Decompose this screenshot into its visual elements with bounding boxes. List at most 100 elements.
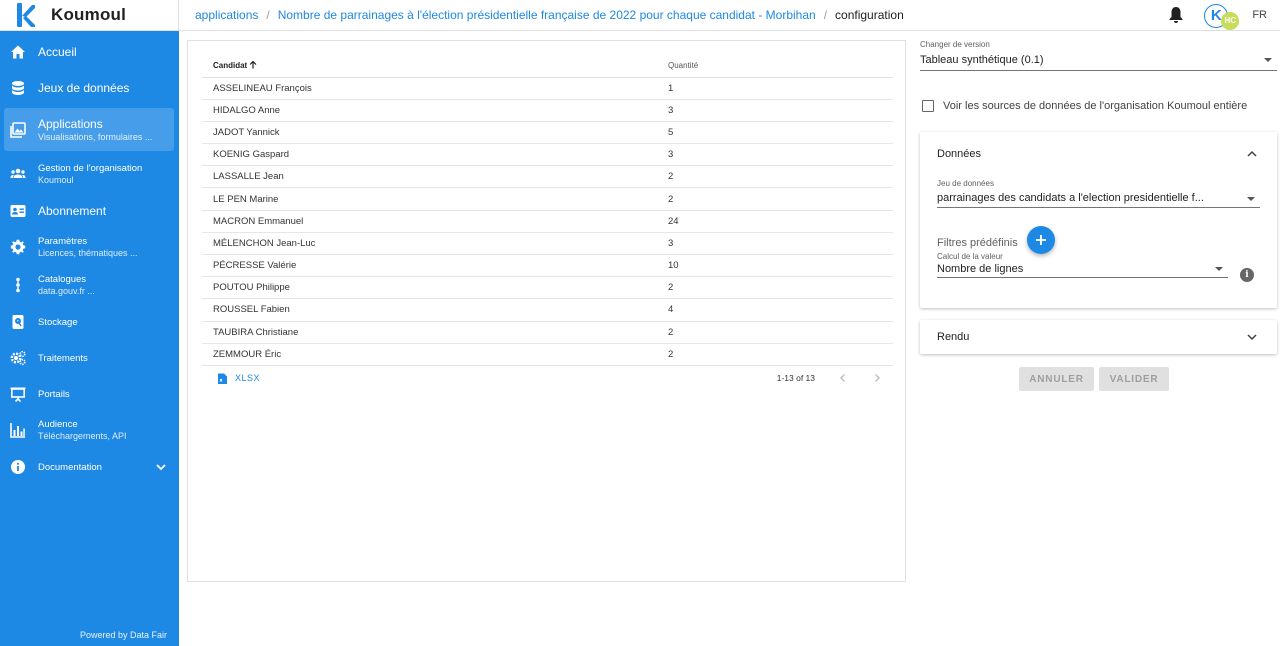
breadcrumb-application[interactable]: Nombre de parrainages à l'élection prési…: [278, 8, 816, 22]
image-icon: [10, 121, 26, 138]
donnees-panel: Données Jeu de données parrainages des c…: [920, 132, 1277, 308]
sidebar-item-parametres[interactable]: Paramètres Licences, thématiques ...: [4, 231, 174, 263]
sidebar-item-sublabel: Visualisations, formulaires ...: [38, 132, 153, 142]
add-filter-button[interactable]: [1027, 226, 1055, 254]
cancel-button[interactable]: ANNULER: [1019, 367, 1094, 391]
column-header-label: Candidat: [213, 60, 248, 70]
breadcrumb-applications[interactable]: applications: [195, 8, 258, 22]
rendu-panel: Rendu: [920, 320, 1277, 354]
cell-quantite: 2: [657, 187, 893, 211]
breadcrumb: applications / Nombre de parrainages à l…: [179, 8, 1168, 22]
sidebar-item-audience[interactable]: Audience Téléchargements, API: [4, 414, 174, 446]
dataset-select[interactable]: parrainages des candidats a l'election p…: [937, 188, 1260, 208]
data-table: Candidat Quantité ASSELINEAU François 1 HI…: [202, 54, 893, 366]
bar-chart-icon: [10, 423, 25, 438]
table-row: HIDALGO Anne 3: [202, 99, 893, 122]
brand-name: Koumoul: [51, 5, 127, 24]
info-tooltip-icon[interactable]: i: [1240, 268, 1254, 282]
sidebar-item-label: Portails: [38, 388, 70, 400]
chevron-down-icon: [1247, 334, 1257, 341]
breadcrumb-separator: /: [266, 8, 270, 22]
calc-select-label: Calcul de la valeur: [937, 252, 1003, 261]
table-card: Candidat Quantité ASSELINEAU François 1 HI…: [187, 40, 906, 582]
calc-select[interactable]: Nombre de lignes: [937, 261, 1228, 278]
sidebar-item-documentation[interactable]: Documentation: [4, 454, 174, 480]
cell-candidat: POUTOU Philippe: [202, 276, 657, 300]
sidebar-item-abonnement[interactable]: Abonnement: [4, 198, 174, 224]
breadcrumb-current: configuration: [835, 8, 904, 22]
cell-quantite: 4: [657, 298, 893, 322]
sidebar-item-label: Catalogues: [38, 274, 87, 285]
dropdown-caret-icon: [1264, 58, 1272, 62]
group-icon: [10, 168, 26, 178]
pagination: 1-13 of 13: [777, 372, 883, 384]
version-select[interactable]: Tableau synthétique (0.1): [920, 49, 1277, 71]
sidebar-item-stockage[interactable]: Stockage: [4, 309, 174, 335]
cell-candidat: PÉCRESSE Valérie: [202, 254, 657, 278]
brand[interactable]: Koumoul: [0, 0, 179, 31]
donnees-panel-title: Données: [937, 148, 982, 160]
sidebar-item-accueil[interactable]: Accueil: [4, 39, 174, 65]
org-sources-checkbox[interactable]: Voir les sources de données de l'organis…: [922, 100, 1247, 112]
sidebar-item-applications[interactable]: Applications Visualisations, formulaires …: [4, 108, 174, 151]
cell-candidat: HIDALGO Anne: [202, 99, 657, 122]
rendu-panel-header[interactable]: Rendu: [920, 320, 1277, 354]
sidebar-item-label: Accueil: [38, 45, 77, 59]
notifications-bell-icon[interactable]: [1168, 6, 1184, 24]
storage-icon: [12, 315, 24, 329]
chevron-up-icon: [1247, 150, 1257, 157]
table-footer: XLSX 1-13 of 13: [202, 367, 893, 389]
cell-quantite: 3: [657, 143, 893, 167]
sidebar-item-sublabel: Téléchargements, API: [38, 431, 127, 441]
table-row: MACRON Emmanuel 24: [202, 210, 893, 233]
column-header-quantite[interactable]: Quantité: [657, 54, 893, 78]
dataset-select-value: parrainages des candidats a l'election p…: [937, 191, 1204, 204]
chevron-left-icon[interactable]: [837, 372, 849, 384]
table-row: LASSALLE Jean 2: [202, 165, 893, 189]
file-icon: [218, 373, 227, 384]
cell-candidat: ROUSSEL Fabien: [202, 298, 657, 322]
language-switch[interactable]: FR: [1252, 9, 1267, 21]
sidebar-item-gestion-organisation[interactable]: Gestion de l'organisation Koumoul: [4, 158, 174, 190]
sidebar-item-label: Applications: [38, 117, 103, 131]
network-icon: [16, 277, 20, 293]
sidebar-item-label: Documentation: [38, 461, 102, 473]
sidebar-item-traitements[interactable]: Traitements: [4, 345, 174, 371]
donnees-panel-header[interactable]: Données: [920, 132, 1277, 176]
table-row: ASSELINEAU François 1: [202, 77, 893, 100]
cell-quantite: 10: [657, 254, 893, 278]
cell-quantite: 2: [657, 321, 893, 344]
export-xlsx-button[interactable]: XLSX: [218, 373, 260, 384]
cell-candidat: ZEMMOUR Éric: [202, 343, 657, 366]
table-row: TAUBIRA Christiane 2: [202, 321, 893, 344]
sidebar: Accueil Jeux de données Applications Visu…: [0, 31, 179, 646]
chevron-down-icon[interactable]: [156, 462, 166, 472]
card-icon: [10, 205, 26, 217]
sidebar-item-sublabel: Licences, thématiques ...: [38, 248, 138, 258]
powered-by[interactable]: Powered by Data Fair: [80, 630, 167, 640]
cell-candidat: MÉLENCHON Jean-Luc: [202, 232, 657, 256]
calc-select-value: Nombre de lignes: [937, 263, 1024, 275]
column-header-candidat[interactable]: Candidat: [202, 54, 657, 78]
cell-quantite: 2: [657, 165, 893, 189]
sidebar-item-label: Paramètres: [38, 236, 88, 247]
config-panel: Changer de version Tableau synthétique (…: [920, 36, 1277, 391]
sidebar-item-label: Stockage: [38, 316, 78, 328]
cell-candidat: KOENIG Gaspard: [202, 143, 657, 167]
info-icon: [11, 460, 25, 474]
org-sources-checkbox-label: Voir les sources de données de l'organis…: [943, 100, 1248, 112]
sidebar-item-jeux-de-donnees[interactable]: Jeux de données: [4, 75, 174, 101]
filters-label: Filtres prédéfinis: [937, 237, 1018, 249]
sidebar-item-label: Gestion de l'organisation: [38, 163, 143, 174]
sidebar-item-portails[interactable]: Portails: [4, 381, 174, 407]
avatar[interactable]: K HC: [1204, 2, 1240, 30]
validate-button[interactable]: VALIDER: [1099, 367, 1169, 391]
avatar-initials: HC: [1221, 12, 1240, 30]
cell-quantite: 24: [657, 210, 893, 233]
table-row: MÉLENCHON Jean-Luc 3: [202, 232, 893, 256]
table-row: POUTOU Philippe 2: [202, 276, 893, 300]
cell-quantite: 3: [657, 99, 893, 122]
sidebar-item-catalogues[interactable]: Catalogues data.gouv.fr ...: [4, 269, 174, 301]
chevron-right-icon[interactable]: [871, 372, 883, 384]
table-row: KOENIG Gaspard 3: [202, 143, 893, 167]
